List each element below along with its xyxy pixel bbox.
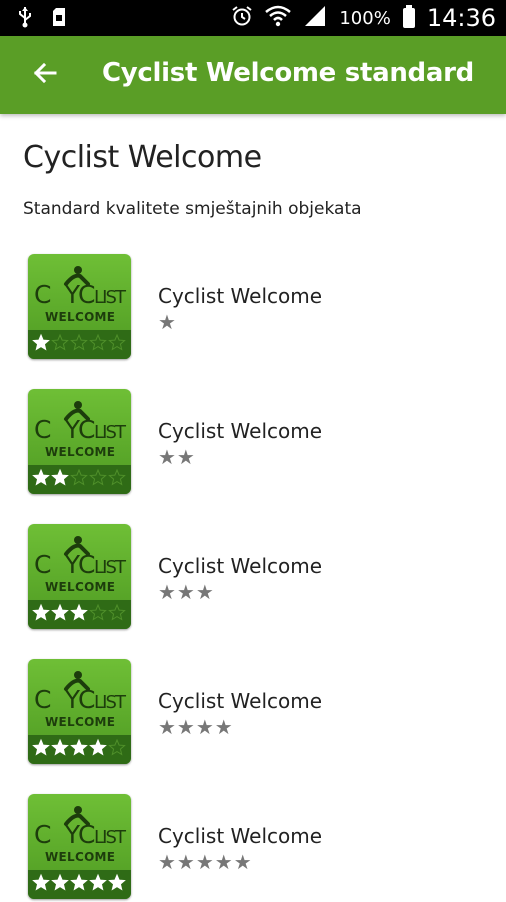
svg-text:C: C: [78, 415, 95, 444]
item-label: Cyclist Welcome: [158, 554, 323, 578]
page-subtitle: Standard kvalitete smještajnih objekata: [23, 199, 362, 219]
item-label: Cyclist Welcome: [158, 284, 323, 308]
cyclist-welcome-logo: CY C LIST WELCOME: [28, 659, 131, 764]
list-item[interactable]: CY C LIST WELCOME Cyclist Welcome ★★★★★: [0, 794, 506, 902]
svg-text:C: C: [78, 550, 95, 579]
cyclist-welcome-logo: CY C LIST WELCOME: [28, 389, 131, 494]
status-bar: 100% 14:36: [0, 0, 506, 36]
svg-text:WELCOME: WELCOME: [45, 310, 115, 324]
list-item[interactable]: CY C LIST WELCOME Cyclist Welcome ★: [0, 254, 506, 362]
svg-text:WELCOME: WELCOME: [45, 580, 115, 594]
arrow-back-icon: [33, 61, 57, 90]
svg-text:CY: CY: [34, 550, 81, 579]
svg-text:LIST: LIST: [94, 557, 127, 578]
signal-icon: [303, 5, 327, 32]
svg-text:C: C: [78, 280, 95, 309]
item-label: Cyclist Welcome: [158, 689, 323, 713]
svg-text:C: C: [78, 685, 95, 714]
item-label: Cyclist Welcome: [158, 419, 323, 443]
cyclist-welcome-logo: CY C LIST WELCOME: [28, 254, 131, 359]
item-label: Cyclist Welcome: [158, 824, 323, 848]
item-rating-stars: ★★★★★: [158, 850, 253, 874]
page-title: Cyclist Welcome: [23, 140, 262, 175]
cyclist-welcome-logo: CY C LIST WELCOME: [28, 794, 131, 899]
battery-percent: 100%: [339, 7, 391, 29]
svg-text:CY: CY: [34, 415, 81, 444]
item-rating-stars: ★: [158, 310, 177, 334]
svg-text:WELCOME: WELCOME: [45, 850, 115, 864]
list-item[interactable]: CY C LIST WELCOME Cyclist Welcome ★★★: [0, 524, 506, 632]
list-item[interactable]: CY C LIST WELCOME Cyclist Welcome ★★: [0, 389, 506, 497]
svg-text:WELCOME: WELCOME: [45, 715, 115, 729]
svg-text:LIST: LIST: [94, 287, 127, 308]
list-item[interactable]: CY C LIST WELCOME Cyclist Welcome ★★★★: [0, 659, 506, 767]
svg-text:C: C: [78, 820, 95, 849]
svg-text:LIST: LIST: [94, 422, 127, 443]
svg-text:CY: CY: [34, 685, 81, 714]
battery-icon: [402, 5, 415, 28]
cyclist-welcome-logo: CY C LIST WELCOME: [28, 524, 131, 629]
svg-text:WELCOME: WELCOME: [45, 445, 115, 459]
svg-text:CY: CY: [34, 820, 81, 849]
back-button[interactable]: [22, 52, 68, 98]
item-rating-stars: ★★★: [158, 580, 215, 604]
svg-text:LIST: LIST: [94, 827, 127, 848]
alarm-icon: [231, 5, 253, 32]
item-rating-stars: ★★: [158, 445, 196, 469]
wifi-icon: [265, 5, 292, 32]
item-rating-stars: ★★★★: [158, 715, 234, 739]
sd-card-icon: [52, 7, 66, 32]
clock: 14:36: [426, 4, 496, 32]
app-toolbar: Cyclist Welcome standard: [0, 36, 506, 114]
svg-text:LIST: LIST: [94, 692, 127, 713]
usb-icon: [18, 6, 32, 33]
svg-text:CY: CY: [34, 280, 81, 309]
toolbar-title: Cyclist Welcome standard: [102, 58, 474, 88]
